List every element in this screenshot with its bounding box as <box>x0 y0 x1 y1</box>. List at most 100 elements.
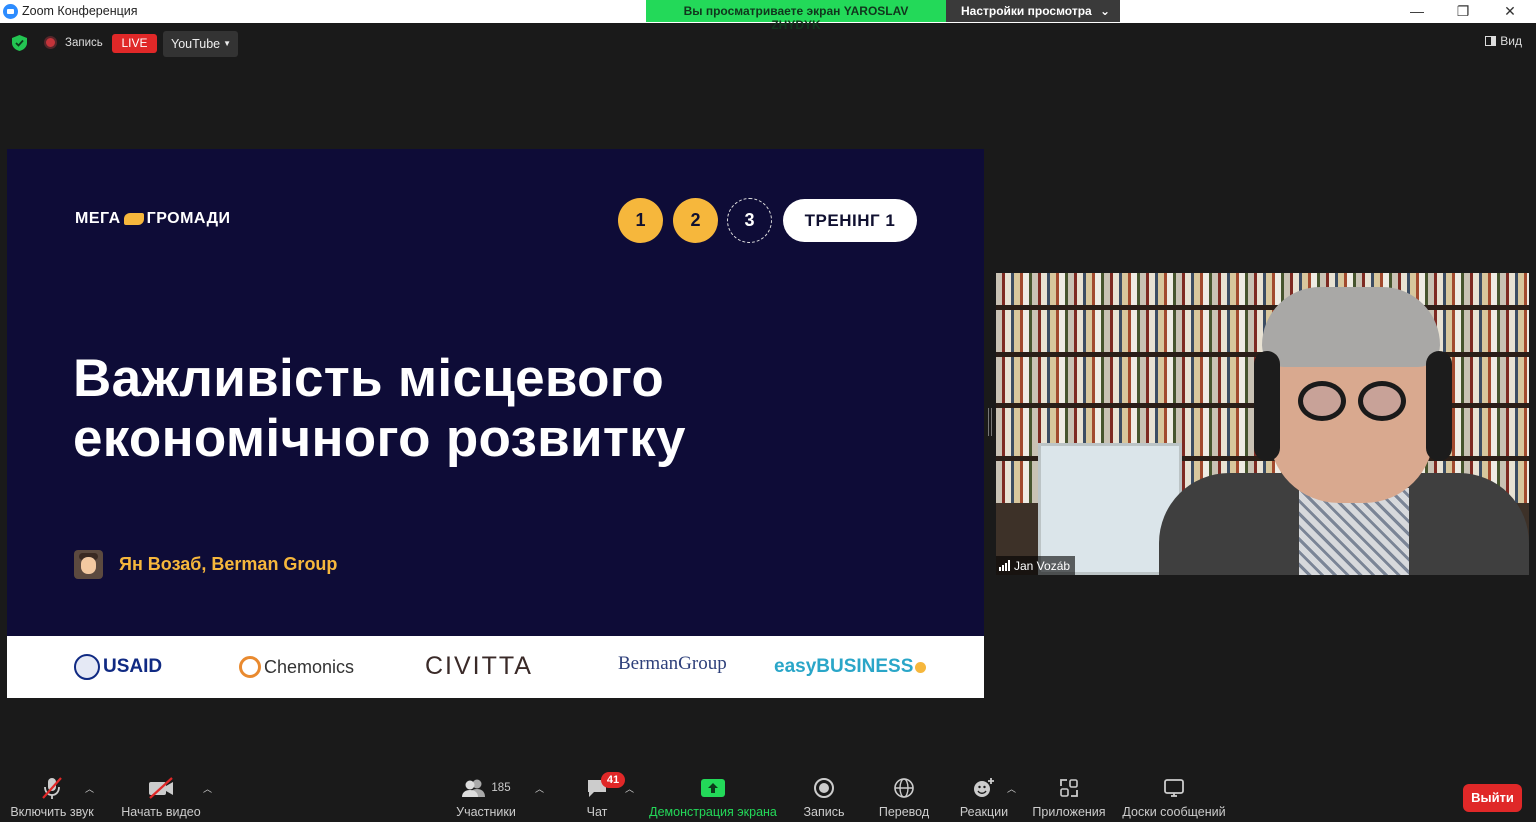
record-button[interactable]: Запись <box>802 770 846 822</box>
reactions-icon-wrap <box>972 770 996 805</box>
usaid-text: USAID <box>103 656 163 677</box>
step-3: 3 <box>727 198 772 243</box>
participants-label: Участники <box>456 805 516 819</box>
view-label: Вид <box>1500 34 1522 48</box>
start-video-button[interactable]: Начать видео <box>121 770 201 822</box>
close-icon[interactable]: ✕ <box>1500 2 1520 20</box>
chat-icon-wrap: 41 <box>585 770 625 805</box>
participants-icon-wrap: 185 <box>461 770 511 805</box>
presenter-avatar-icon <box>74 550 103 579</box>
caret-down-icon: ▼ <box>223 39 231 48</box>
chat-label: Чат <box>586 805 608 819</box>
chevron-down-icon: ⌄ <box>1099 4 1110 18</box>
easybusiness-dot-icon <box>915 661 927 673</box>
whiteboards-label: Доски сообщений <box>1122 805 1226 819</box>
partner-logos: USAID Chemonics CIVITTA BermanGroup easy… <box>7 636 984 698</box>
signal-strength-icon <box>999 560 1010 571</box>
chat-unread-badge: 41 <box>601 772 625 788</box>
stream-target-dropdown[interactable]: YouTube ▼ <box>163 31 238 57</box>
slide-title-line-1: Важливість місцевого <box>73 349 665 408</box>
bookshelf-row <box>996 273 1529 305</box>
participants-caret-icon[interactable]: ︿ <box>535 782 544 795</box>
screen-share-banner: Вы просматриваете экран YAROSLAV ZHYDYK … <box>646 0 1120 32</box>
minimize-icon[interactable]: — <box>1407 2 1427 20</box>
participants-icon <box>462 779 486 797</box>
glasses-right <box>1358 381 1406 421</box>
apps-icon <box>1060 778 1078 797</box>
whiteboard-icon <box>1164 778 1184 797</box>
usaid-seal-icon <box>74 654 100 680</box>
view-button[interactable]: Вид <box>1485 34 1522 48</box>
headphone-left-icon <box>1254 351 1280 461</box>
shared-screen-slide: МЕГА ГРОМАДИ 1 2 3 ТРЕНІНГ 1 Важливість … <box>7 149 984 698</box>
security-shield-icon[interactable] <box>12 35 27 51</box>
apps-icon-wrap <box>1058 770 1080 805</box>
whiteboards-button[interactable]: Доски сообщений <box>1121 770 1227 822</box>
brand-right-text: ГРОМАДИ <box>146 210 231 227</box>
presenter-name: Ян Возаб, Berman Group <box>119 554 338 574</box>
slide-title-line-2: економічного розвитку <box>73 409 686 468</box>
translate-button[interactable]: Перевод <box>877 770 931 822</box>
audio-options-caret-icon[interactable]: ︿ <box>85 782 94 795</box>
stream-target-label: YouTube <box>171 37 221 51</box>
chemonics-text: Chemonics <box>264 656 355 677</box>
chat-button[interactable]: 41 Чат <box>582 770 625 822</box>
chemonics-flower-icon <box>239 656 261 678</box>
share-screen-icon <box>701 778 725 797</box>
easybusiness-text: easyBUSINESS <box>774 656 914 677</box>
title-bar: Zoom Конференция Вы просматриваете экран… <box>0 0 1536 32</box>
recording-indicator[interactable]: Запись <box>44 36 103 49</box>
restore-icon[interactable]: ❐ <box>1453 2 1473 20</box>
leave-meeting-button[interactable]: Выйти <box>1463 784 1522 812</box>
share-screen-button[interactable]: Демонстрация экрана <box>649 770 777 822</box>
step-1: 1 <box>618 198 663 243</box>
participant-name-tag: Jan Vozáb <box>996 556 1076 575</box>
presenter-row: Ян Возаб, Berman Group <box>74 550 337 579</box>
panel-resize-handle[interactable] <box>988 408 992 436</box>
training-label: ТРЕНІНГ 1 <box>783 199 917 242</box>
globe-icon-wrap <box>893 770 915 805</box>
headphone-right-icon <box>1426 351 1452 461</box>
participants-count: 185 <box>491 781 511 794</box>
reactions-button[interactable]: Реакции <box>958 770 1010 822</box>
apps-button[interactable]: Приложения <box>1031 770 1107 822</box>
record-dot-icon <box>44 36 57 49</box>
zoom-window: Zoom Конференция Вы просматриваете экран… <box>0 0 1536 822</box>
record-icon <box>814 777 834 798</box>
participant-name: Jan Vozáb <box>1014 558 1071 573</box>
civitta-logo: CIVITTA <box>425 652 533 680</box>
translate-label: Перевод <box>878 805 930 819</box>
meeting-controls: Включить звук ︿ Начать видео ︿ 185 Участ… <box>0 770 1536 822</box>
view-options-label: Настройки просмотра <box>961 4 1092 18</box>
video-options-caret-icon[interactable]: ︿ <box>203 782 212 795</box>
reactions-label: Реакции <box>959 805 1009 819</box>
unmute-button[interactable]: Включить звук <box>9 770 95 822</box>
mega-hromady-logo: МЕГА ГРОМАДИ <box>75 210 230 228</box>
live-badge[interactable]: LIVE <box>112 34 157 53</box>
reactions-caret-icon[interactable]: ︿ <box>1007 782 1016 795</box>
view-options-dropdown[interactable]: Настройки просмотра ⌄ <box>946 0 1120 22</box>
whiteboard-icon-wrap <box>1163 770 1185 805</box>
usaid-logo: USAID <box>74 654 162 680</box>
step-2: 2 <box>673 198 718 243</box>
window-title: Zoom Конференция <box>22 4 138 18</box>
person-hair <box>1262 287 1440 367</box>
viewing-screen-label: Вы просматриваете экран YAROSLAV ZHYDYK <box>646 0 946 32</box>
participants-button[interactable]: 185 Участники <box>455 770 517 822</box>
slide-title: Важливість місцевого економічного розвит… <box>73 349 686 469</box>
smiley-plus-icon <box>974 777 994 797</box>
chemonics-logo: Chemonics <box>239 654 354 680</box>
record-label: Запись <box>803 805 845 819</box>
apps-label: Приложения <box>1032 805 1106 819</box>
chat-caret-icon[interactable]: ︿ <box>625 782 634 795</box>
start-video-label: Начать видео <box>121 805 201 819</box>
record-icon-wrap <box>813 770 835 805</box>
recording-label: Запись <box>65 36 103 49</box>
berman-group-logo: BermanGroup <box>618 653 727 674</box>
globe-icon <box>894 777 914 798</box>
view-layout-icon <box>1485 36 1497 46</box>
participant-video-tile[interactable] <box>996 273 1529 575</box>
handshake-icon <box>123 213 144 225</box>
unmute-label: Включить звук <box>10 805 94 819</box>
share-screen-label: Демонстрация экрана <box>649 805 777 819</box>
